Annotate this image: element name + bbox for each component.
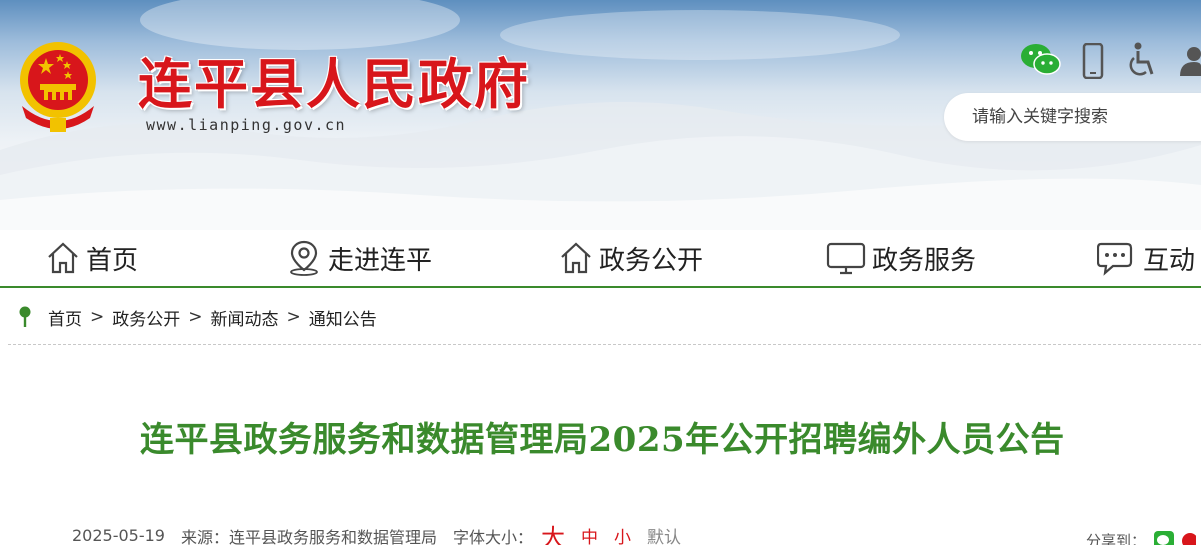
share-bar: 分享到： [1086,530,1197,545]
location-marker-icon [19,306,31,327]
mobile-icon[interactable] [1082,43,1104,79]
font-size-small-button[interactable]: 小 [614,523,631,545]
accessibility-icon[interactable] [1124,42,1158,78]
font-size-medium-button[interactable]: 中 [581,523,598,545]
user-icon[interactable] [1178,46,1201,76]
breadcrumb: 首页 > 政务公开 > 新闻动态 > 通知公告 [18,303,377,331]
site-url: www.lianping.gov.cn [146,116,347,134]
home-icon [48,242,78,274]
nav-item-label: 政务服务 [872,245,977,276]
article-source: 连平县政务服务和数据管理局 [229,527,438,545]
home-icon [561,242,591,274]
wechat-icon[interactable] [1020,42,1062,78]
font-size-large-button[interactable]: 大 [541,518,565,545]
location-pin-icon [290,240,318,276]
wechat-share-icon[interactable] [1154,530,1175,545]
breadcrumb-news[interactable]: 新闻动态 [211,305,279,330]
nav-item-label: 走进连平 [328,245,433,276]
nav-item-label: 互动 [1143,245,1196,276]
search-box [944,93,1201,141]
main-nav: 首页 走进连平 政务公开 政务服务 互动 [0,230,1201,288]
share-label: 分享到： [1086,532,1147,545]
national-emblem-icon [20,42,96,132]
site-header: 连平县人民政府 www.lianping.gov.cn [0,0,1201,230]
breadcrumb-separator: > [90,307,105,327]
article-date: 2025-05-19 [72,526,165,545]
breadcrumb-gov-affairs[interactable]: 政务公开 [112,305,180,330]
source-label: 来源： [180,527,229,545]
font-size-default-button[interactable]: 默认 [647,523,681,545]
breadcrumb-home[interactable]: 首页 [48,305,82,330]
divider [8,344,1201,345]
breadcrumb-separator: > [286,307,301,327]
nav-item-about[interactable]: 走进连平 [286,230,432,286]
monitor-icon [826,242,866,275]
nav-item-label: 政务公开 [599,245,704,276]
nav-item-gov-services[interactable]: 政务服务 [826,230,976,286]
nav-item-home[interactable]: 首页 [46,230,138,286]
breadcrumb-separator: > [188,307,203,327]
chat-icon [1097,242,1133,276]
nav-item-gov-affairs[interactable]: 政务公开 [559,230,703,286]
font-size-label: 字体大小： [453,527,534,545]
weibo-share-icon[interactable] [1180,531,1197,545]
search-input[interactable] [972,105,1192,129]
site-title: 连平县人民政府 [138,52,530,116]
article-meta: 2025-05-19 来源： 连平县政务服务和数据管理局 字体大小： 大 中 小… [72,518,689,545]
breadcrumb-notices[interactable]: 通知公告 [309,305,377,330]
article-title: 连平县政务服务和数据管理局2025年公开招聘编外人员公告 [140,420,1065,460]
nav-item-interaction[interactable]: 互动 [1097,230,1195,286]
nav-item-label: 首页 [86,245,139,276]
